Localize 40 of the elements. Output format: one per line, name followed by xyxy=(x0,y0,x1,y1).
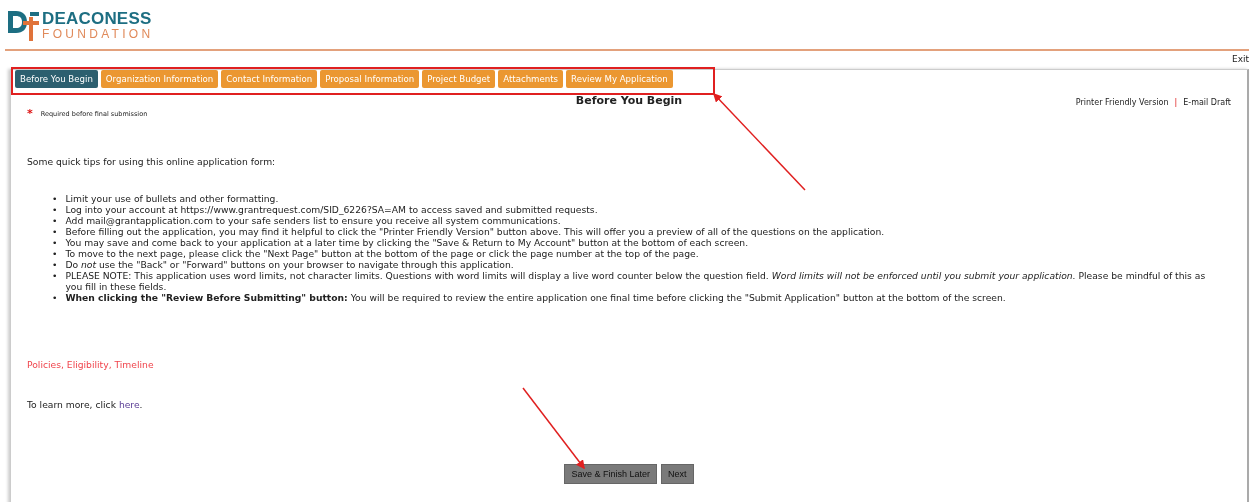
page-title: Before You Begin xyxy=(575,94,683,107)
logo-name: DEACONESS xyxy=(42,10,153,27)
tab[interactable]: Review My Application xyxy=(566,70,673,88)
tip-text: Limit your use of bullets and other formatting. xyxy=(65,193,279,204)
save-finish-later-button[interactable]: Save & Finish Later xyxy=(564,464,657,484)
bullet: • xyxy=(52,270,58,283)
exit-link[interactable]: Exit xyxy=(1231,54,1249,69)
tip-text: PLEASE NOTE: This application uses word limits, not character limits. Questions with word limits will display a live word counter below the question field. Word limits will not be enforced until you submit your application. Please be mindful of this as you fill in these fields. xyxy=(65,270,1207,292)
bullet: • xyxy=(52,248,58,259)
logo-subtitle: FOUNDATION xyxy=(42,28,154,40)
learn-more-text: To learn more, click here. xyxy=(27,399,144,410)
printer-friendly-link[interactable]: Printer Friendly Version xyxy=(1075,98,1169,107)
separator: | xyxy=(1174,98,1178,107)
email-draft-link[interactable]: E-mail Draft xyxy=(1183,98,1231,107)
bullet: • xyxy=(52,204,58,215)
tip-text: Log into your account at https://www.grantrequest.com/SID_6226?SA=AM to access saved and submitted requests. xyxy=(65,204,598,215)
tip-text: Before filling out the application, you may find it helpful to click the "Printer Friendly Version" button above. This will offer you a preview of all of the questions on the application. xyxy=(65,226,885,237)
tab[interactable]: Project Budget xyxy=(422,70,496,88)
tab[interactable]: Proposal Information xyxy=(320,70,420,88)
tip-text: Add mail@grantapplication.com to your safe senders list to ensure you receive all system communications. xyxy=(65,215,561,226)
tip-text: You may save and come back to your application at a later time by clicking the "Save & Return to My Account" button at the bottom of each screen. xyxy=(65,237,749,248)
next-button[interactable]: Next xyxy=(661,464,694,484)
tab[interactable]: Organization Information xyxy=(100,70,219,88)
bullet: • xyxy=(52,259,58,270)
bullet: • xyxy=(52,215,58,226)
bullet: • xyxy=(52,193,58,204)
tip-text: Do not use the "Back" or "Forward" buttons on your browser to navigate through this application. xyxy=(65,259,514,270)
intro-text: Some quick tips for using this online application form: xyxy=(27,156,277,167)
policies-link[interactable]: Policies, Eligibility, Timeline xyxy=(27,359,154,370)
tab[interactable]: Attachments xyxy=(498,70,564,88)
bullet: • xyxy=(52,226,58,237)
tab[interactable]: Contact Information xyxy=(221,70,318,88)
required-mark: * xyxy=(27,107,33,120)
here-link[interactable]: here xyxy=(118,399,140,410)
bullet: • xyxy=(52,237,58,248)
tab[interactable]: Before You Begin xyxy=(15,70,98,88)
tip-text: To move to the next page, please click the "Next Page" button at the bottom of the page or click the page number at the top of the page. xyxy=(65,248,699,259)
logo-mark-icon xyxy=(8,9,40,41)
tip-text: When clicking the "Review Before Submitting" button: You will be required to review the entire application one final time before clicking the "Submit Application" button at the bottom of the screen. xyxy=(65,292,1006,303)
bullet: • xyxy=(52,292,58,303)
